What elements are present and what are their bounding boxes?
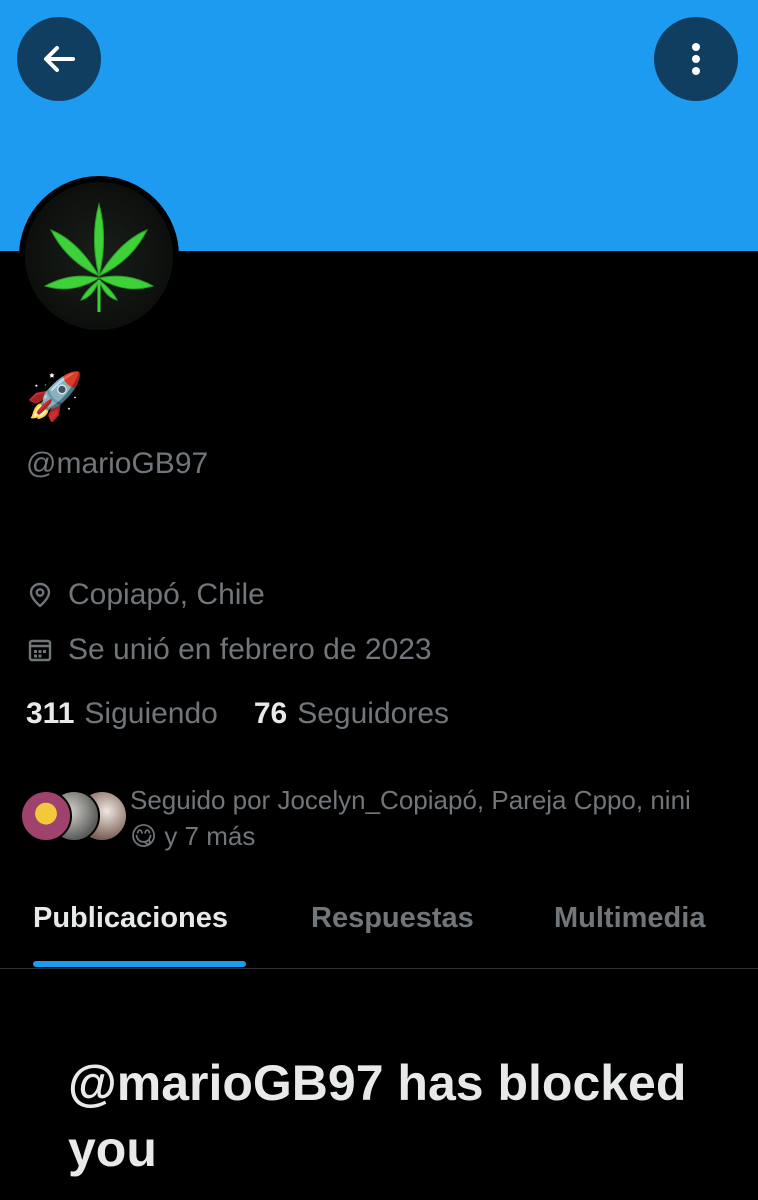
tab-multimedia[interactable]: Multimedia <box>554 902 705 935</box>
arrow-left-icon <box>44 46 75 72</box>
avatar[interactable] <box>19 176 179 336</box>
join-date-text: Se unió en febrero de 2023 <box>68 633 432 666</box>
following-label: Siguiendo <box>84 697 218 730</box>
vertical-dots-icon <box>692 43 700 75</box>
following-link[interactable]: 311 Siguiendo <box>26 697 218 731</box>
followed-by-more: 😋 y 7 más <box>130 821 256 851</box>
followed-by-row[interactable]: Seguido por Jocelyn_Copiapó, Pareja Cppo… <box>20 782 740 862</box>
blocked-message: @marioGB97 has blocked you <box>68 1055 687 1177</box>
followers-link[interactable]: 76 Seguidores <box>254 697 449 731</box>
followed-by-text: Seguido por Jocelyn_Copiapó, Pareja Cppo… <box>130 782 740 854</box>
cannabis-leaf-icon <box>25 182 173 330</box>
display-name: 🚀 <box>26 370 84 422</box>
calendar-icon <box>26 635 56 665</box>
profile-tabs: Publicaciones Respuestas Multimedia <box>0 880 758 969</box>
follow-stats: 311 Siguiendo 76 Seguidores <box>26 697 485 731</box>
followers-label: Seguidores <box>297 697 450 730</box>
tab-respuestas[interactable]: Respuestas <box>311 902 474 935</box>
back-button[interactable] <box>17 17 101 101</box>
tab-publicaciones[interactable]: Publicaciones <box>33 902 228 935</box>
location-pin-icon <box>26 580 56 610</box>
followers-count: 76 <box>253 697 288 730</box>
location-text: Copiapó, Chile <box>68 578 265 611</box>
profile-handle: @marioGB97 <box>26 447 209 480</box>
following-count: 311 <box>26 697 75 730</box>
followed-by-names: Seguido por Jocelyn_Copiapó, Pareja Cppo… <box>130 785 691 815</box>
follower-avatar <box>20 790 72 842</box>
location-row: Copiapó, Chile <box>26 578 265 612</box>
more-options-button[interactable] <box>654 17 738 101</box>
join-date-row: Se unió en febrero de 2023 <box>26 633 432 667</box>
active-tab-indicator <box>33 961 246 967</box>
